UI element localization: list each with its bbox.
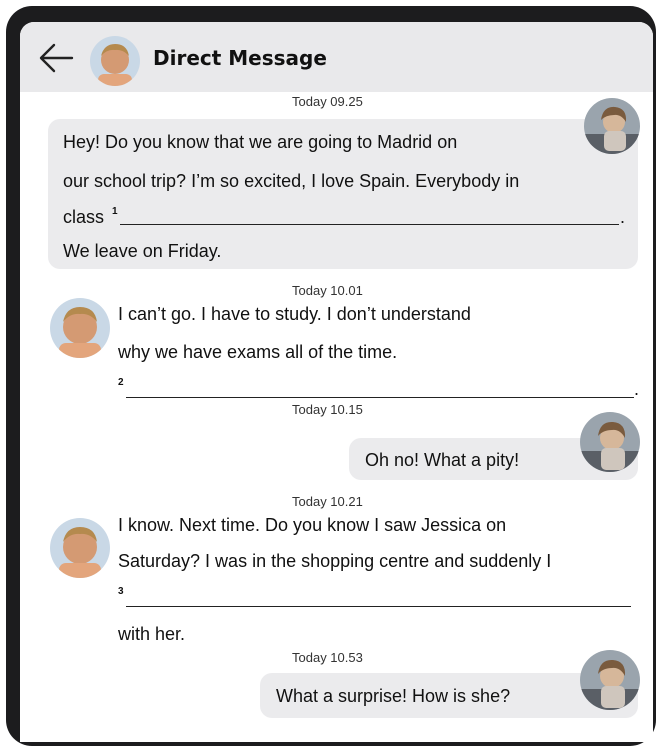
sender-avatar	[50, 298, 110, 358]
answer-blank-line[interactable]	[120, 224, 619, 225]
message-text: with her.	[118, 624, 186, 644]
message-text: I can’t go. I have to study. I don’t und…	[118, 304, 471, 324]
sender-avatar	[580, 412, 640, 472]
gap-end-punctuation: .	[620, 207, 626, 227]
gap-end-punctuation: .	[634, 379, 640, 399]
phone-frame: Direct Message Today 09.25 Hey! Do you k…	[0, 0, 656, 746]
chat-screen: Direct Message Today 09.25 Hey! Do you k…	[20, 22, 653, 742]
message-text: Saturday? I was in the shopping centre a…	[118, 551, 552, 571]
message-text: class	[63, 207, 105, 227]
gap-number: 2	[118, 377, 124, 388]
sender-avatar	[584, 98, 640, 154]
message-text: our school trip? I’m so excited, I love …	[63, 171, 520, 191]
gap-number: 1	[112, 206, 118, 217]
sender-avatar	[580, 650, 640, 710]
sender-avatar	[50, 518, 110, 578]
message-text: I know. Next time. Do you know I saw Jes…	[118, 515, 507, 535]
message-timestamp: Today 10.53	[292, 650, 363, 665]
contact-avatar[interactable]	[90, 36, 140, 86]
message-text: We leave on Friday.	[63, 241, 222, 261]
message-text: Hey! Do you know that we are going to Ma…	[63, 132, 458, 152]
message-text: why we have exams all of the time.	[118, 342, 398, 362]
message-timestamp: Today 10.01	[292, 283, 363, 298]
message-text: Oh no! What a pity!	[365, 450, 520, 470]
answer-blank-line[interactable]	[126, 397, 634, 398]
message-timestamp: Today 10.21	[292, 494, 363, 509]
message-timestamp: Today 10.15	[292, 402, 363, 417]
message-text: What a surprise! How is she?	[276, 686, 511, 706]
back-arrow-icon[interactable]	[38, 40, 74, 76]
page-title: Direct Message	[153, 46, 327, 70]
chat-header: Direct Message	[20, 22, 653, 92]
gap-number: 3	[118, 586, 124, 597]
answer-blank-line[interactable]	[126, 606, 631, 607]
message-timestamp: Today 09.25	[292, 94, 363, 109]
